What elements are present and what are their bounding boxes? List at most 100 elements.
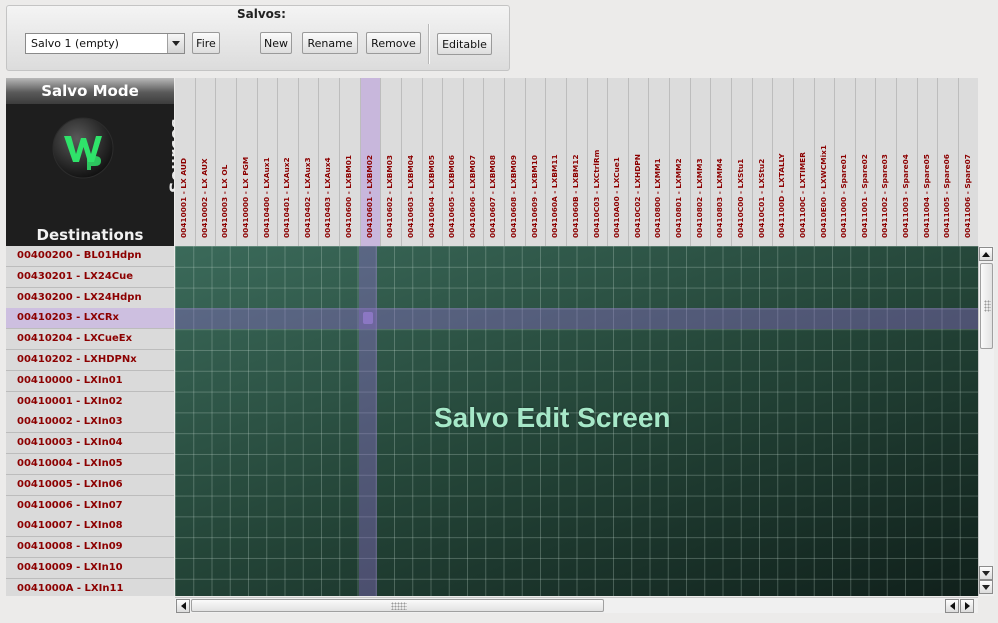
source-column-header[interactable]: 00411006 - Spare07: [958, 78, 978, 246]
source-column-header[interactable]: 00410607 - LXBM08: [484, 78, 506, 246]
scroll-up-icon[interactable]: [979, 247, 993, 261]
destination-row-header[interactable]: 00430201 - LX24Cue: [6, 266, 174, 288]
fire-button[interactable]: Fire: [192, 32, 220, 54]
source-column-header[interactable]: 00410800 - LXMM1: [649, 78, 671, 246]
source-label: 00410606 - LXBM07: [467, 154, 477, 238]
source-column-header[interactable]: 00410401 - LXAux2: [278, 78, 299, 246]
source-column-header[interactable]: 00410803 - LXMM4: [711, 78, 732, 246]
source-label: 00410602 - LXBM03: [385, 154, 395, 238]
selected-crosspoint[interactable]: [363, 312, 373, 324]
source-column-header[interactable]: 00410608 - LXBM09: [505, 78, 526, 246]
new-button[interactable]: New: [260, 32, 292, 54]
scroll-down-icon[interactable]: [979, 566, 993, 580]
source-label: 00411006 - Spare07: [962, 154, 972, 238]
source-label: 00410E00 - LXWCMix1: [818, 144, 828, 238]
scroll-right-icon[interactable]: [960, 599, 974, 613]
source-column-header[interactable]: 00410000 - LX PGM: [236, 78, 258, 246]
vertical-scrollbar[interactable]: [978, 246, 994, 596]
source-column-header[interactable]: 00410802 - LXMM3: [690, 78, 712, 246]
source-column-header[interactable]: 00410400 - LXAux1: [257, 78, 279, 246]
source-column-header[interactable]: 00411003 - Spare04: [897, 78, 918, 246]
source-label: 00411005 - Spare06: [942, 154, 952, 238]
destinations-label: Destinations: [36, 226, 144, 244]
source-column-header[interactable]: 00410003 - LX OL: [216, 78, 237, 246]
source-column-header[interactable]: 00410C03 - LXCtrlRm: [587, 78, 609, 246]
destination-row-header[interactable]: 00410009 - LXIn10: [6, 558, 174, 579]
source-label: 00410403 - LXAux4: [323, 157, 333, 238]
crosspoint-grid[interactable]: Salvo Edit Screen: [175, 246, 978, 596]
source-column-header[interactable]: 00411005 - Spare06: [938, 78, 959, 246]
source-column-header[interactable]: 00410C00 - LXStu1: [732, 78, 753, 246]
destination-row-header[interactable]: 00410204 - LXCueEx: [6, 329, 174, 351]
source-column-header[interactable]: 00410606 - LXBM07: [463, 78, 485, 246]
source-column-header[interactable]: 00410609 - LXBM10: [525, 78, 547, 246]
source-column-header[interactable]: 00410604 - LXBM05: [422, 78, 444, 246]
salvo-mode-title: Salvo Mode: [6, 78, 174, 104]
selected-column-highlight: [359, 246, 377, 596]
source-label: 00410608 - LXBM09: [509, 154, 519, 238]
remove-button[interactable]: Remove: [366, 32, 421, 54]
source-column-header[interactable]: 0041100C - LXTIMER: [793, 78, 815, 246]
destination-row-header[interactable]: 00410007 - LXIn08: [6, 516, 174, 538]
source-column-header[interactable]: 00410603 - LXBM04: [401, 78, 423, 246]
source-column-header[interactable]: 00411001 - Spare02: [855, 78, 877, 246]
source-column-header[interactable]: 00410602 - LXBM03: [381, 78, 402, 246]
source-label: 00410605 - LXBM06: [447, 154, 457, 238]
scroll-left-icon[interactable]: [176, 599, 190, 613]
source-label: 00410003 - LX OL: [220, 164, 230, 238]
source-column-header[interactable]: 00410403 - LXAux4: [319, 78, 341, 246]
source-column-header[interactable]: 00410E00 - LXWCMix1: [814, 78, 836, 246]
destination-row-header[interactable]: 00410002 - LXIn03: [6, 412, 174, 434]
salvos-panel: Salvos: Salvo 1 (empty) Fire New Rename …: [6, 5, 510, 71]
destination-row-header[interactable]: 00410203 - LXCRx: [6, 308, 174, 330]
source-column-header[interactable]: 00410A00 - LXCue1: [608, 78, 629, 246]
source-column-header[interactable]: 00410002 - LX AUX: [195, 78, 217, 246]
source-label: 00410C03 - LXCtrlRm: [591, 149, 601, 238]
source-column-header[interactable]: 00410605 - LXBM06: [443, 78, 464, 246]
source-column-header[interactable]: 00410001 - LX AUD: [175, 78, 196, 246]
source-column-header[interactable]: 00410601 - LXBM02: [360, 78, 382, 246]
source-column-header[interactable]: 00410402 - LXAux3: [298, 78, 320, 246]
source-column-header[interactable]: 00410600 - LXBM01: [340, 78, 361, 246]
source-label: 00410400 - LXAux1: [261, 157, 271, 238]
horizontal-scroll-thumb[interactable]: [191, 599, 604, 612]
destination-row-header[interactable]: 0041000A - LXIn11: [6, 578, 174, 596]
salvo-select[interactable]: Salvo 1 (empty): [25, 33, 185, 54]
source-column-header[interactable]: 00411002 - Spare03: [876, 78, 898, 246]
chevron-down-icon[interactable]: [167, 34, 184, 53]
source-column-header[interactable]: 00411004 - Spare05: [917, 78, 939, 246]
scroll-down-icon-2[interactable]: [979, 580, 993, 594]
destination-row-header[interactable]: 00410001 - LXIn02: [6, 391, 174, 413]
source-column-header[interactable]: 0041060B - LXBM12: [566, 78, 588, 246]
destination-row-header[interactable]: 00410005 - LXIn06: [6, 474, 174, 496]
destination-row-header[interactable]: 00410003 - LXIn04: [6, 433, 174, 455]
source-label: 00410C01 - LXStu2: [756, 158, 766, 238]
destination-row-header[interactable]: 00400200 - BL01Hdpn: [6, 246, 174, 267]
source-column-header[interactable]: 00411000 - Spare01: [835, 78, 856, 246]
source-label: 00410603 - LXBM04: [405, 154, 415, 238]
source-column-header[interactable]: 00410C02 - LXHDPN: [628, 78, 650, 246]
vertical-scroll-thumb[interactable]: [980, 263, 993, 349]
source-label: 0041060B - LXBM12: [570, 154, 580, 238]
rename-button[interactable]: Rename: [302, 32, 358, 54]
editable-button[interactable]: Editable: [437, 33, 492, 55]
source-column-header[interactable]: 0041100D - LXTALLY: [773, 78, 794, 246]
source-column-header[interactable]: 00410C01 - LXStu2: [752, 78, 774, 246]
toolbar-separator: [428, 24, 430, 64]
source-label: 00410800 - LXMM1: [653, 158, 663, 238]
source-column-header[interactable]: 00410801 - LXMM2: [670, 78, 691, 246]
source-label: 00410402 - LXAux3: [302, 157, 312, 238]
destination-row-header[interactable]: 00410008 - LXIn09: [6, 537, 174, 559]
destination-row-header[interactable]: 00410006 - LXIn07: [6, 495, 174, 517]
destination-row-header[interactable]: 00410000 - LXIn01: [6, 370, 174, 392]
source-label: 00410803 - LXMM4: [715, 158, 725, 238]
destination-row-header[interactable]: 00410004 - LXIn05: [6, 454, 174, 475]
matrix-corner: Salvo Mode Sources Destinations: [6, 78, 174, 246]
source-label: 00411002 - Spare03: [880, 154, 890, 238]
scroll-left-icon-2[interactable]: [945, 599, 959, 613]
destination-row-header[interactable]: 00410202 - LXHDPNx: [6, 350, 174, 371]
source-column-header[interactable]: 0041060A - LXBM11: [546, 78, 567, 246]
destination-row-header[interactable]: 00430200 - LX24Hdpn: [6, 287, 174, 309]
source-label: 00410000 - LX PGM: [240, 156, 250, 238]
horizontal-scrollbar[interactable]: [175, 597, 978, 613]
